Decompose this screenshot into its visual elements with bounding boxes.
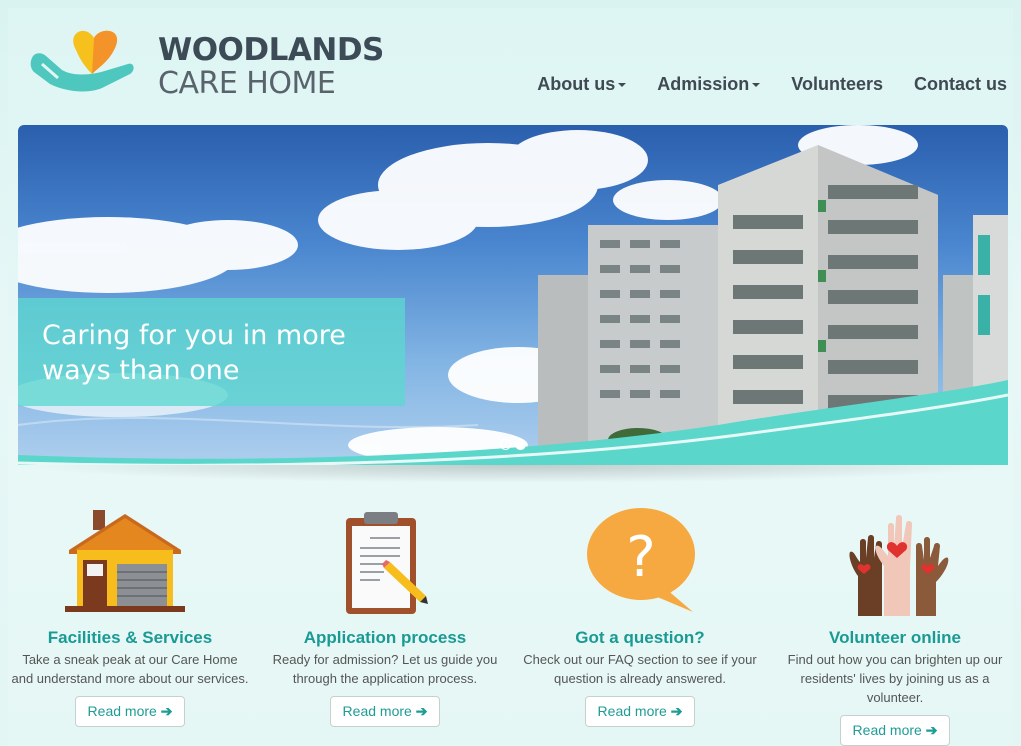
feature-faq-title: Got a question? bbox=[575, 628, 705, 647]
read-more-volunteer-button[interactable]: Read more ➔ bbox=[839, 715, 951, 746]
raised-hands-icon bbox=[849, 515, 949, 616]
site-logo[interactable]: WOODLANDS CARE HOME bbox=[28, 22, 384, 102]
carousel-dot-1[interactable] bbox=[500, 439, 511, 450]
carousel-indicators bbox=[500, 439, 526, 450]
nav-volunteers-label: Volunteers bbox=[791, 74, 883, 94]
hero-image-building bbox=[18, 125, 1008, 465]
read-more-application-button[interactable]: Read more ➔ bbox=[329, 696, 441, 727]
read-more-facilities-label: Read more bbox=[87, 703, 157, 719]
feature-application-title: Application process bbox=[303, 628, 467, 647]
page: WOODLANDS CARE HOME About us Admission V… bbox=[8, 8, 1013, 746]
arrow-right-icon: ➔ bbox=[415, 703, 428, 719]
arrow-right-icon: ➔ bbox=[670, 703, 683, 719]
nav-contact-us-label: Contact us bbox=[913, 74, 1007, 94]
nav-admission[interactable]: Admission bbox=[657, 74, 761, 95]
main-nav: About us Admission Volunteers Contact us bbox=[537, 74, 1007, 95]
read-more-faq-label: Read more bbox=[597, 703, 667, 719]
hero-carousel[interactable]: Caring for you in more ways than one bbox=[18, 125, 1008, 465]
clipboard-icon bbox=[346, 512, 428, 614]
logo-text-care-home: CARE HOME bbox=[158, 66, 336, 101]
logo-hands-heart-icon bbox=[30, 30, 134, 92]
feature-section: Facilities & Services Take a sneak peak … bbox=[8, 498, 1013, 746]
read-more-facilities-button[interactable]: Read more ➔ bbox=[74, 696, 186, 727]
read-more-faq-button[interactable]: Read more ➔ bbox=[584, 696, 696, 727]
feature-volunteer-text: Find out how you can brighten up our res… bbox=[787, 652, 1003, 705]
feature-faq: ? Got a question? Check out our FAQ sect… bbox=[515, 498, 765, 727]
feature-volunteer-title: Volunteer online bbox=[829, 628, 961, 647]
feature-application: Application process Ready for admission?… bbox=[260, 498, 510, 727]
feature-application-text: Ready for admission? Let us guide you th… bbox=[272, 652, 498, 686]
feature-faq-text: Check out our FAQ section to see if your… bbox=[523, 652, 757, 686]
nav-about-us-label: About us bbox=[537, 74, 616, 94]
nav-admission-label: Admission bbox=[657, 74, 750, 94]
svg-text:?: ? bbox=[626, 525, 656, 590]
hero-caption-box: Caring for you in more ways than one bbox=[18, 298, 405, 406]
feature-facilities-text: Take a sneak peak at our Care Home and u… bbox=[11, 652, 249, 686]
arrow-right-icon: ➔ bbox=[160, 703, 173, 719]
caret-down-icon bbox=[618, 83, 627, 88]
house-icon bbox=[65, 510, 185, 612]
caret-down-icon bbox=[752, 83, 761, 88]
logo-text-woodlands: WOODLANDS bbox=[158, 32, 384, 68]
question-bubble-icon: ? bbox=[587, 508, 695, 612]
hero-shadow bbox=[18, 465, 1008, 483]
arrow-right-icon: ➔ bbox=[925, 722, 938, 738]
nav-contact-us[interactable]: Contact us bbox=[914, 74, 1007, 95]
nav-volunteers[interactable]: Volunteers bbox=[791, 74, 883, 95]
feature-volunteer: Volunteer online Find out how you can br… bbox=[770, 498, 1020, 746]
read-more-application-label: Read more bbox=[342, 703, 412, 719]
read-more-volunteer-label: Read more bbox=[852, 722, 922, 738]
feature-facilities-title: Facilities & Services bbox=[47, 628, 213, 647]
nav-about-us[interactable]: About us bbox=[537, 74, 627, 95]
hero-caption-text: Caring for you in more ways than one bbox=[42, 320, 346, 386]
carousel-dot-2[interactable] bbox=[515, 439, 526, 450]
feature-facilities: Facilities & Services Take a sneak peak … bbox=[5, 498, 255, 727]
